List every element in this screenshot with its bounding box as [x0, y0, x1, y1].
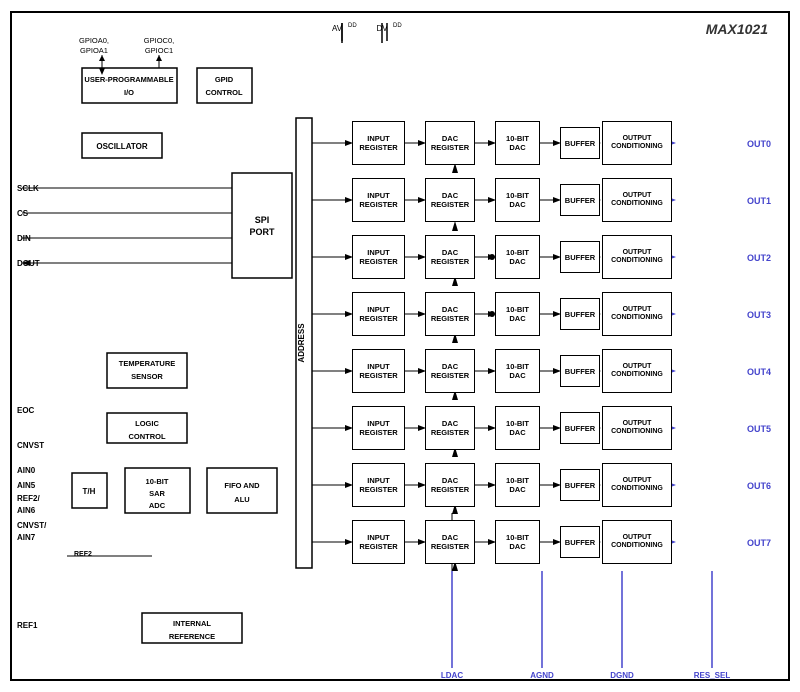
- svg-text:AIN7: AIN7: [17, 533, 36, 542]
- out-cond-2: OUTPUTCONDITIONING: [602, 235, 672, 279]
- svg-text:REF2: REF2: [74, 551, 92, 558]
- svg-text:GPID: GPID: [215, 75, 234, 84]
- svg-text:CONTROL: CONTROL: [205, 88, 242, 97]
- input-register-7: INPUTREGISTER: [352, 520, 405, 564]
- svg-text:AV: AV: [332, 24, 343, 33]
- svg-text:CNVST: CNVST: [17, 441, 44, 450]
- svg-text:OUT4: OUT4: [747, 367, 771, 377]
- svg-text:OUT7: OUT7: [747, 538, 771, 548]
- out-cond-7: OUTPUTCONDITIONING: [602, 520, 672, 564]
- svg-text:AIN5: AIN5: [17, 481, 36, 490]
- buffer-3: BUFFER: [560, 298, 600, 330]
- svg-text:REF2/: REF2/: [17, 494, 40, 503]
- svg-text:GPIOC0,: GPIOC0,: [144, 36, 174, 45]
- svg-text:DOUT: DOUT: [17, 259, 40, 268]
- svg-text:SPI: SPI: [255, 215, 270, 225]
- input-register-6: INPUTREGISTER: [352, 463, 405, 507]
- input-register-5: INPUTREGISTER: [352, 406, 405, 450]
- dac-register-1: DACREGISTER: [425, 178, 475, 222]
- svg-text:10-BIT: 10-BIT: [146, 477, 169, 486]
- svg-text:LOGIC: LOGIC: [135, 419, 159, 428]
- ten-bit-dac-7: 10-BITDAC: [495, 520, 540, 564]
- svg-text:DD: DD: [348, 23, 357, 29]
- dac-register-5: DACREGISTER: [425, 406, 475, 450]
- svg-text:GPIOA0,: GPIOA0,: [79, 36, 109, 45]
- dac-register-6: DACREGISTER: [425, 463, 475, 507]
- buffer-0: BUFFER: [560, 127, 600, 159]
- svg-text:FIFO AND: FIFO AND: [224, 481, 260, 490]
- out-cond-6: OUTPUTCONDITIONING: [602, 463, 672, 507]
- svg-text:DD: DD: [393, 23, 402, 29]
- svg-text:SAR: SAR: [149, 489, 165, 498]
- svg-text:ALU: ALU: [234, 495, 249, 504]
- svg-text:OUT5: OUT5: [747, 424, 771, 434]
- ten-bit-dac-4: 10-BITDAC: [495, 349, 540, 393]
- svg-text:REFERENCE: REFERENCE: [169, 632, 215, 641]
- svg-text:REF1: REF1: [17, 621, 38, 630]
- svg-text:AIN0: AIN0: [17, 466, 36, 475]
- buffer-1: BUFFER: [560, 184, 600, 216]
- ten-bit-dac-6: 10-BITDAC: [495, 463, 540, 507]
- svg-text:LDAC: LDAC: [441, 671, 463, 679]
- svg-text:CNVST/: CNVST/: [17, 521, 47, 530]
- buffer-4: BUFFER: [560, 355, 600, 387]
- ten-bit-dac-5: 10-BITDAC: [495, 406, 540, 450]
- dac-register-7: DACREGISTER: [425, 520, 475, 564]
- out-cond-4: OUTPUTCONDITIONING: [602, 349, 672, 393]
- svg-text:ADC: ADC: [149, 501, 166, 510]
- dac-register-0: DACREGISTER: [425, 121, 475, 165]
- svg-text:CS: CS: [17, 209, 29, 218]
- dac-register-3: DACREGISTER: [425, 292, 475, 336]
- input-register-0: INPUTREGISTER: [352, 121, 405, 165]
- svg-text:ADDRESS: ADDRESS: [297, 323, 306, 363]
- ten-bit-dac-3: 10-BITDAC: [495, 292, 540, 336]
- svg-text:DV: DV: [376, 24, 388, 33]
- svg-text:GPIOC1: GPIOC1: [145, 46, 173, 55]
- svg-text:OUT1: OUT1: [747, 196, 771, 206]
- svg-text:SCLK: SCLK: [17, 184, 39, 193]
- input-register-2: INPUTREGISTER: [352, 235, 405, 279]
- buffer-5: BUFFER: [560, 412, 600, 444]
- buffer-7: BUFFER: [560, 526, 600, 558]
- out-cond-1: OUTPUTCONDITIONING: [602, 178, 672, 222]
- ten-bit-dac-2: 10-BITDAC: [495, 235, 540, 279]
- svg-text:INTERNAL: INTERNAL: [173, 619, 211, 628]
- svg-text:OSCILLATOR: OSCILLATOR: [96, 142, 147, 151]
- svg-text:GPIOA1: GPIOA1: [80, 46, 108, 55]
- ten-bit-dac-0: 10-BITDAC: [495, 121, 540, 165]
- ten-bit-dac-1: 10-BITDAC: [495, 178, 540, 222]
- input-register-1: INPUTREGISTER: [352, 178, 405, 222]
- chip-title: MAX1021: [706, 21, 768, 37]
- buffer-6: BUFFER: [560, 469, 600, 501]
- svg-text:AGND: AGND: [530, 671, 554, 679]
- diagram-container: MAX1021 SPI PORT: [10, 11, 790, 681]
- svg-text:SENSOR: SENSOR: [131, 372, 163, 381]
- dac-register-4: DACREGISTER: [425, 349, 475, 393]
- svg-text:CONTROL: CONTROL: [128, 432, 165, 441]
- wiring-svg: SPI PORT: [12, 13, 788, 679]
- svg-text:TEMPERATURE: TEMPERATURE: [119, 359, 176, 368]
- svg-text:PORT: PORT: [249, 227, 275, 237]
- svg-text:OUT3: OUT3: [747, 310, 771, 320]
- svg-text:OUT2: OUT2: [747, 253, 771, 263]
- svg-text:DIN: DIN: [17, 234, 31, 243]
- svg-text:T/H: T/H: [83, 487, 96, 496]
- buffer-2: BUFFER: [560, 241, 600, 273]
- dac-register-2: DACREGISTER: [425, 235, 475, 279]
- svg-text:RES_SEL: RES_SEL: [694, 671, 731, 679]
- svg-text:DGND: DGND: [610, 671, 634, 679]
- input-register-4: INPUTREGISTER: [352, 349, 405, 393]
- svg-text:OUT0: OUT0: [747, 139, 771, 149]
- svg-text:I/O: I/O: [124, 88, 134, 97]
- out-cond-3: OUTPUTCONDITIONING: [602, 292, 672, 336]
- svg-text:AIN6: AIN6: [17, 506, 36, 515]
- input-register-3: INPUTREGISTER: [352, 292, 405, 336]
- svg-text:USER-PROGRAMMABLE: USER-PROGRAMMABLE: [84, 75, 173, 84]
- out-cond-0: OUTPUTCONDITIONING: [602, 121, 672, 165]
- svg-text:OUT6: OUT6: [747, 481, 771, 491]
- svg-text:EOC: EOC: [17, 406, 35, 415]
- out-cond-5: OUTPUTCONDITIONING: [602, 406, 672, 450]
